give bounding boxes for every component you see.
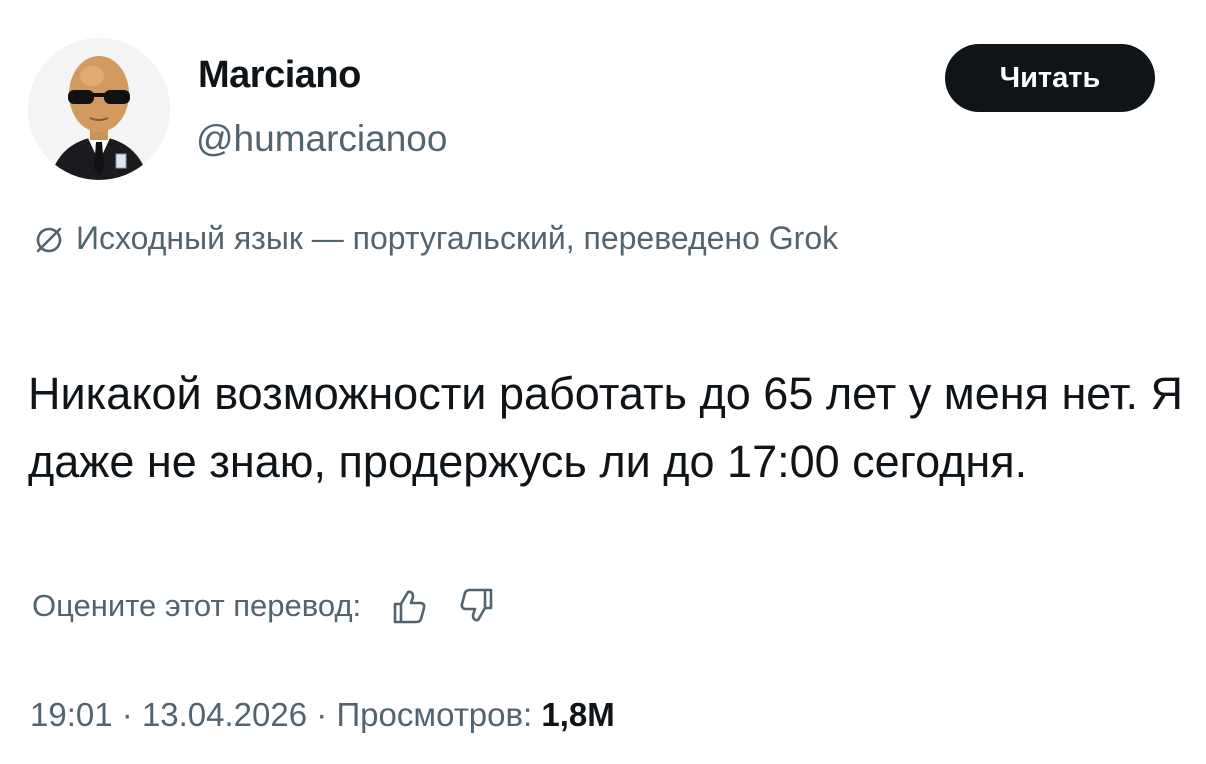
translation-rating: Оцените этот перевод: [32,586,497,626]
meta-separator: · [121,696,133,733]
avatar-image [28,38,170,180]
follow-button[interactable]: Читать [945,44,1155,112]
translation-notice-text: Исходный язык — португальский, переведен… [76,220,839,256]
user-handle[interactable]: @humarcianoo [196,118,447,160]
thumbs-up-icon[interactable] [389,586,429,626]
tweet-time[interactable]: 19:01 [30,696,113,733]
tweet-text: Никакой возможности работать до 65 лет у… [28,368,1183,487]
tweet-meta: 19:01 · 13.04.2026 · Просмотров: 1,8M [30,696,615,734]
views-count: 1,8M [541,696,615,733]
meta-separator: · [316,696,328,733]
tweet-date[interactable]: 13.04.2026 [142,696,307,733]
translation-notice[interactable]: Исходный язык — португальский, переведен… [32,220,838,257]
globe-slash-icon [32,222,66,256]
rating-prompt: Оцените этот перевод: [32,588,362,623]
display-name[interactable]: Marciano [198,54,361,97]
thumbs-down-icon[interactable] [457,586,497,626]
avatar[interactable] [28,38,170,180]
views-label: Просмотров: [336,696,533,733]
